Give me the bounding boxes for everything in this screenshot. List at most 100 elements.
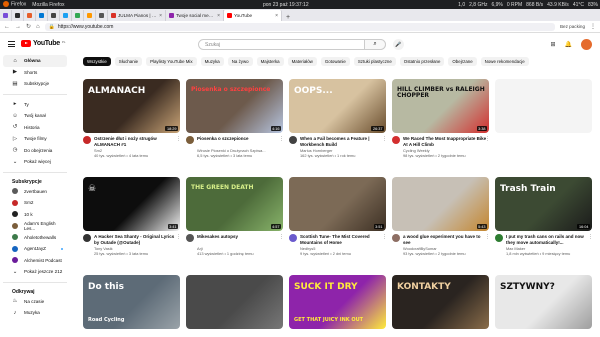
sidebar-item[interactable]: ☺ Twój kanał [3,110,67,122]
video-thumbnail[interactable]: Trash Train 16:04 [495,177,592,231]
channel-avatar[interactable] [289,234,297,242]
sidebar-item[interactable]: ⌄ Pokaż jeszcze 212 [3,266,67,278]
video-card[interactable]: OOPS... 26:37 When a Fail becomes a Featur… [289,79,387,162]
menu-icon[interactable] [8,41,15,47]
video-card[interactable]: Piosenka o szczepionce 4:16 Piosenka o szc… [186,79,284,162]
sidebar-item[interactable]: Alchemist Podcast [3,255,67,267]
video-thumbnail[interactable]: SZTYWNY? [495,275,592,329]
video-title[interactable]: Ostrzenie dłut i noży strugów ALMANACH #… [94,136,178,147]
sidebar-item[interactable]: AgentJayZ [3,243,67,255]
more-actions-icon[interactable]: ⋮ [382,136,387,142]
home-nav-icon[interactable]: ⌂ [36,24,40,30]
filter-chip[interactable]: Materiałów [287,57,317,66]
video-thumbnail[interactable]: 5:43 [392,177,489,231]
channel-avatar[interactable] [83,234,91,242]
extensions-icon[interactable]: ⋮ [590,23,596,30]
pinned-tab[interactable] [12,10,24,21]
forward-icon[interactable]: → [15,24,21,30]
browser-tab[interactable]: Twoje social media, Sprzo× [166,10,224,21]
video-card[interactable] [495,79,592,133]
sidebar-item[interactable]: ♪ Muzyka [3,307,67,319]
video-card[interactable]: SZTYWNY? [495,275,592,329]
video-title[interactable]: I put my trash cans on rails and now the… [506,234,590,245]
tab-close-icon[interactable]: × [275,13,278,19]
browser-tab[interactable]: YouTube × [224,10,282,21]
new-tab-button[interactable]: + [282,14,294,21]
video-card[interactable]: ☠ 3:41 A Hacker Sea Shanty - Original Lyri… [83,177,181,260]
bookmark-label[interactable]: Bez packing [560,24,585,29]
video-thumbnail[interactable]: THE GREEN DEATH 4:57 [186,177,283,231]
sidebar-item[interactable]: 10 k [3,209,67,221]
sidebar-item[interactable]: ▶ Shorts [3,67,67,79]
video-title[interactable]: Piosenka o szczepionce [197,136,281,142]
sidebar-item[interactable]: ▷ Twoje filmy [3,133,67,145]
video-card[interactable]: HILL CLIMBER vs RALEIGH CHOPPER 3:38 We Ra… [392,79,490,162]
pinned-tab[interactable] [84,10,96,21]
sidebar-item[interactable]: Sm2 [3,197,67,209]
account-avatar[interactable] [581,39,592,50]
video-card[interactable]: THE GREEN DEATH 4:57 Mikesakes autopsy Arji… [186,177,284,260]
filter-chip[interactable]: Wszystkie [83,57,111,66]
filter-chip[interactable]: Ostatnio przesłane [399,57,445,66]
filter-chip[interactable]: Sztuki plastyczne [353,57,396,66]
video-card[interactable]: Do this Road Cycling [83,275,180,329]
pinned-tab[interactable] [60,10,72,21]
filter-chip[interactable]: Majsterka [256,57,284,66]
video-title[interactable]: We Raced The Most Inappropriate Bike At … [403,136,487,147]
sidebar-item[interactable]: ▤ Subskrypcje [3,78,67,90]
sidebar-item[interactable]: 2vertbauen [3,186,67,198]
filter-chip[interactable]: Playlisty YouTube Mix [146,57,197,66]
more-actions-icon[interactable]: ⋮ [382,234,387,240]
pinned-tab[interactable] [48,10,60,21]
video-title[interactable]: When a Fail becomes a Feature | Workbenc… [300,136,384,147]
back-icon[interactable]: ← [4,24,10,30]
more-actions-icon[interactable]: ⋮ [176,234,181,240]
pinned-tab[interactable] [96,10,108,21]
pinned-tab[interactable] [24,10,36,21]
video-card[interactable]: 5:43 a wood glue experiment you have to s… [392,177,490,260]
video-thumbnail[interactable]: ☠ 3:41 [83,177,180,231]
video-card[interactable]: 3:51 Scottish Tune- The Mist Covered Moun… [289,177,387,260]
sidebar-item[interactable]: ♨ Na czasie [3,296,67,308]
filter-chip[interactable]: Na żywo [227,57,253,66]
filter-chip[interactable]: Obejrzane [448,57,477,66]
pinned-tab[interactable] [36,10,48,21]
url-text[interactable]: https://www.youtube.com [58,24,114,30]
channel-avatar[interactable] [289,136,297,144]
filter-chip[interactable]: Nowe rekomendacje [480,57,529,66]
video-card[interactable]: KONTAKTY [392,275,489,329]
video-card[interactable]: ALMANACH 18:29 Ostrzenie dłut i noży strug… [83,79,181,162]
video-thumbnail[interactable]: ALMANACH 18:29 [83,79,180,133]
video-thumbnail[interactable]: Do this Road Cycling [83,275,180,329]
search-input[interactable]: Szukaj [198,39,386,50]
channel-avatar[interactable] [83,136,91,144]
tab-close-icon[interactable]: × [217,13,220,19]
pinned-tab[interactable] [0,10,12,21]
search-button[interactable]: ⌕ [364,39,386,50]
channel-avatar[interactable] [186,234,194,242]
more-actions-icon[interactable]: ⋮ [176,136,181,142]
reload-icon[interactable]: ↻ [26,23,31,30]
video-card[interactable] [186,275,283,329]
video-card[interactable]: SUCK IT DRY GET THAT JUICY INK OUT [289,275,386,329]
filter-chip[interactable]: Słuchanie [114,57,143,66]
video-thumbnail[interactable]: Piosenka o szczepionce 4:16 [186,79,283,133]
more-actions-icon[interactable]: ⋮ [588,234,593,240]
video-thumbnail[interactable]: HILL CLIMBER vs RALEIGH CHOPPER 3:38 [392,79,489,133]
sidebar-item[interactable]: Adam's English Les... [3,220,67,232]
video-thumbnail[interactable] [186,275,283,329]
channel-avatar[interactable] [392,234,400,242]
channel-avatar[interactable] [186,136,194,144]
video-title[interactable]: a wood glue experiment you have to see [403,234,487,245]
browser-tab[interactable]: JULMA Pianos | FINE TO× [108,10,166,21]
sidebar-item[interactable]: ↺ Historia [3,122,67,134]
sidebar-item[interactable]: ▸ Ty [3,99,67,111]
youtube-logo[interactable]: YouTube PL [21,40,65,47]
sidebar-item[interactable]: ◷ Do obejrzenia [3,145,67,157]
channel-avatar[interactable] [392,136,400,144]
video-thumbnail[interactable]: OOPS... 26:37 [289,79,386,133]
video-title[interactable]: A Hacker Sea Shanty - Original Lyrics by… [94,234,178,245]
more-actions-icon[interactable]: ⋮ [279,234,284,240]
more-actions-icon[interactable]: ⋮ [279,136,284,142]
os-app-name[interactable]: Firefox [0,1,29,8]
